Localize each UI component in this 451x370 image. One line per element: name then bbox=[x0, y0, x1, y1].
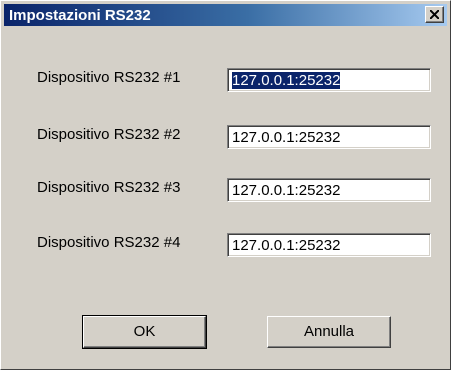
window-title: Impostazioni RS232 bbox=[9, 7, 151, 24]
device-1-address-input[interactable]: 127.0.0.1:25232 bbox=[227, 68, 431, 92]
device-2-label: Dispositivo RS232 #2 bbox=[37, 126, 181, 143]
close-button[interactable] bbox=[425, 6, 444, 23]
device-3-address-input[interactable]: 127.0.0.1:25232 bbox=[227, 178, 431, 202]
device-4-label: Dispositivo RS232 #4 bbox=[37, 234, 181, 251]
device-3-address-value: 127.0.0.1:25232 bbox=[232, 182, 341, 199]
title-bar[interactable]: Impostazioni RS232 bbox=[4, 4, 447, 26]
close-icon bbox=[430, 10, 439, 19]
device-1-label: Dispositivo RS232 #1 bbox=[37, 69, 181, 86]
device-2-address-value: 127.0.0.1:25232 bbox=[232, 129, 341, 146]
ok-button[interactable]: OK bbox=[82, 315, 207, 349]
cancel-button[interactable]: Annulla bbox=[267, 316, 391, 348]
device-4-address-value: 127.0.0.1:25232 bbox=[232, 237, 341, 254]
device-4-address-input[interactable]: 127.0.0.1:25232 bbox=[227, 233, 431, 257]
rs232-settings-dialog: Impostazioni RS232 Dispositivo RS232 #1 … bbox=[0, 0, 451, 370]
device-3-label: Dispositivo RS232 #3 bbox=[37, 179, 181, 196]
device-1-address-value: 127.0.0.1:25232 bbox=[232, 72, 341, 89]
device-2-address-input[interactable]: 127.0.0.1:25232 bbox=[227, 125, 431, 149]
